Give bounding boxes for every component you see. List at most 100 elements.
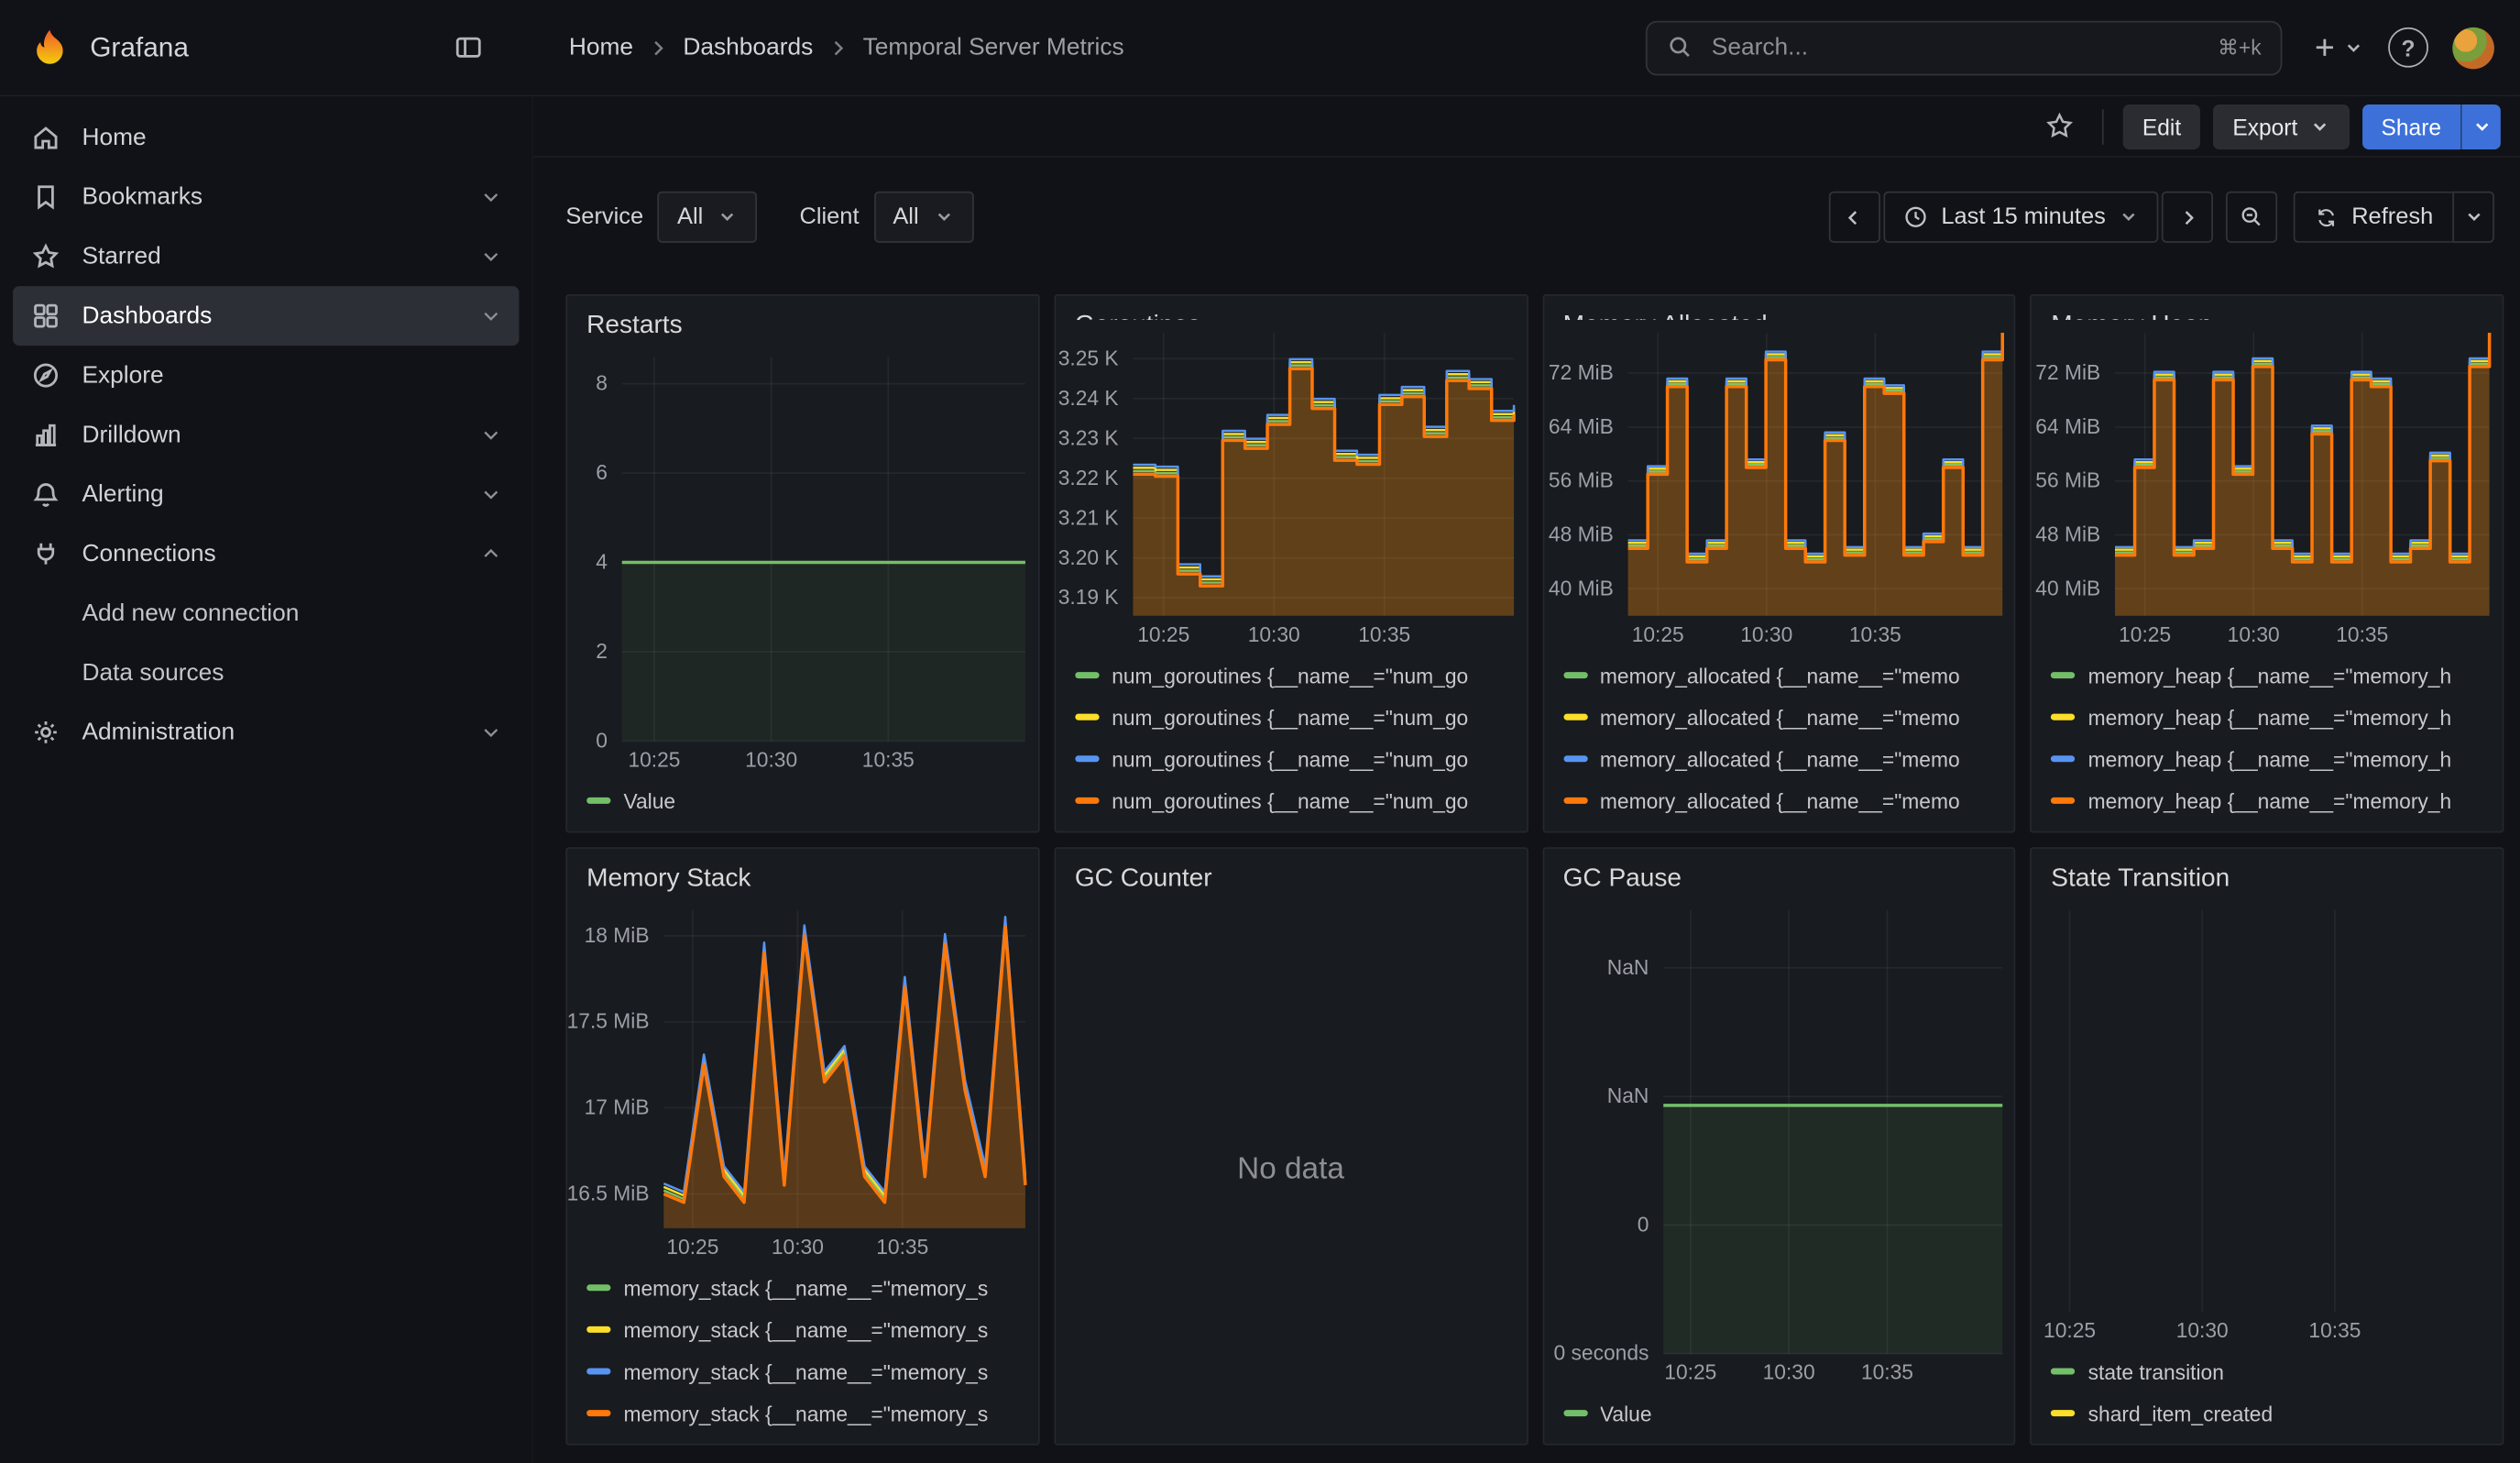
state-transition-chart[interactable]: 10:2510:3010:35 — [2032, 897, 2502, 1348]
home-icon — [29, 122, 61, 152]
user-avatar[interactable] — [2452, 27, 2494, 69]
refresh-button[interactable]: Refresh — [2294, 192, 2452, 243]
refresh-split-button: Refresh — [2294, 192, 2494, 243]
legend-series-label: memory_stack {__name__="memory_s — [623, 1401, 988, 1424]
legend-series-label: memory_stack {__name__="memory_s — [623, 1276, 988, 1300]
panel-memory-allocated: Memory Allocated 72 MiB64 MiB56 MiB48 Mi… — [1542, 294, 2016, 833]
search-icon — [1667, 34, 1694, 61]
legend-item[interactable]: memory_allocated {__name__="memo — [1563, 696, 1995, 738]
legend-item[interactable]: state transition — [2051, 1350, 2482, 1392]
breadcrumb-home[interactable]: Home — [569, 34, 633, 61]
legend-series-color — [2051, 1368, 2075, 1374]
memory-heap-chart[interactable]: 72 MiB64 MiB56 MiB48 MiB40 MiB10:2510:30… — [2032, 320, 2502, 651]
edit-button[interactable]: Edit — [2123, 104, 2200, 148]
legend-item[interactable]: num_goroutines {__name__="num_go — [1075, 654, 1507, 697]
panel-title[interactable]: Memory Heap — [2032, 296, 2502, 320]
sidebar-item-dashboards[interactable]: Dashboards — [13, 286, 519, 346]
restarts-chart[interactable]: 8642010:2510:3010:35 — [567, 344, 1037, 776]
svg-text:56 MiB: 56 MiB — [2036, 468, 2101, 492]
time-shift-forward-button[interactable] — [2162, 192, 2213, 243]
legend-item[interactable]: memory_stack {__name__="memory_s — [586, 1309, 1018, 1351]
sidebar-item-connections[interactable]: Connections — [13, 524, 519, 584]
legend-series-color — [2051, 672, 2075, 678]
svg-text:10:35: 10:35 — [2337, 622, 2389, 646]
legend-item[interactable]: memory_heap {__name__="memory_h — [2051, 780, 2482, 822]
sidebar-item-bookmarks[interactable]: Bookmarks — [13, 167, 519, 226]
panel-title[interactable]: Restarts — [567, 296, 1037, 345]
refresh-icon — [2315, 205, 2339, 229]
share-button[interactable]: Share — [2361, 104, 2460, 148]
sidebar-item-data-sources[interactable]: Data sources — [13, 644, 519, 703]
panel-title[interactable]: Goroutines — [1056, 296, 1526, 320]
legend-item[interactable]: num_goroutines {__name__="num_go — [1075, 738, 1507, 780]
search-box[interactable]: ⌘+k — [1646, 20, 2283, 75]
legend-item[interactable]: Value — [1563, 1392, 1995, 1435]
time-range-picker[interactable]: Last 15 minutes — [1883, 192, 2159, 243]
svg-text:17.5 MiB: 17.5 MiB — [567, 1009, 649, 1033]
sidebar-toggle-icon[interactable] — [444, 23, 492, 72]
legend-item[interactable]: num_goroutines {__name__="num_go — [1075, 780, 1507, 822]
svg-text:18 MiB: 18 MiB — [585, 923, 650, 947]
grafana-logo-icon[interactable] — [29, 27, 71, 69]
svg-text:3.22 K: 3.22 K — [1057, 466, 1118, 490]
legend-item[interactable]: num_goroutines {__name__="num_go — [1075, 696, 1507, 738]
export-button[interactable]: Export — [2213, 104, 2349, 148]
legend-item[interactable]: memory_heap {__name__="memory_h — [2051, 654, 2482, 697]
chevron-down-icon — [479, 482, 503, 506]
legend-item[interactable]: shard_item_created — [2051, 1392, 2482, 1435]
breadcrumb-dashboards[interactable]: Dashboards — [683, 34, 813, 61]
legend-item[interactable]: memory_heap {__name__="memory_h — [2051, 738, 2482, 780]
refresh-interval-button[interactable] — [2452, 192, 2494, 243]
sidebar-item-administration[interactable]: Administration — [13, 702, 519, 762]
chevron-down-icon — [2119, 207, 2140, 226]
panel-title[interactable]: Memory Stack — [567, 849, 1037, 897]
add-new-button[interactable] — [2311, 34, 2364, 61]
legend-series-label: Value — [1600, 1401, 1652, 1424]
zoom-out-icon — [2239, 204, 2264, 230]
share-menu-button[interactable] — [2460, 104, 2501, 148]
zoom-out-button[interactable] — [2226, 192, 2277, 243]
legend-item[interactable]: memory_stack {__name__="memory_s — [586, 1392, 1018, 1435]
variable-label: Service — [565, 204, 643, 230]
legend-item[interactable]: memory_stack {__name__="memory_s — [586, 1267, 1018, 1309]
top-bar: Grafana Home Dashboards Temporal Server … — [0, 0, 2520, 96]
legend-series-label: num_goroutines {__name__="num_go — [1112, 663, 1468, 687]
client-dropdown[interactable]: All — [873, 192, 973, 243]
legend-series-label: num_goroutines {__name__="num_go — [1112, 747, 1468, 771]
goroutines-chart[interactable]: 3.25 K3.24 K3.23 K3.22 K3.21 K3.20 K3.19… — [1056, 320, 1526, 651]
sidebar-item-drilldown[interactable]: Drilldown — [13, 405, 519, 465]
chevron-down-icon — [2463, 207, 2484, 226]
legend-series-color — [1563, 672, 1587, 678]
chevron-down-icon — [718, 207, 739, 226]
sidebar-item-add-new-connection[interactable]: Add new connection — [13, 584, 519, 644]
legend-item[interactable]: memory_allocated {__name__="memo — [1563, 780, 1995, 822]
svg-text:17 MiB: 17 MiB — [585, 1095, 650, 1119]
help-icon[interactable]: ? — [2388, 28, 2428, 68]
time-shift-back-button[interactable] — [1829, 192, 1880, 243]
chevron-down-icon — [2343, 38, 2364, 57]
gc-pause-chart[interactable]: NaNNaN00 seconds10:2510:3010:35 — [1544, 897, 2014, 1390]
panel-title[interactable]: GC Counter — [1056, 849, 1526, 897]
legend-item[interactable]: memory_allocated {__name__="memo — [1563, 738, 1995, 780]
sidebar-item-alerting[interactable]: Alerting — [13, 465, 519, 524]
memory-stack-chart[interactable]: 18 MiB17.5 MiB17 MiB16.5 MiB10:2510:3010… — [567, 897, 1037, 1264]
service-dropdown[interactable]: All — [658, 192, 758, 243]
search-input[interactable] — [1708, 32, 2203, 62]
svg-text:3.24 K: 3.24 K — [1057, 386, 1118, 410]
sidebar-item-home[interactable]: Home — [13, 108, 519, 168]
panel-title[interactable]: State Transition — [2032, 849, 2502, 897]
legend: Value — [1544, 1392, 2014, 1435]
sidebar-item-starred[interactable]: Starred — [13, 226, 519, 286]
legend-item[interactable]: Value — [586, 780, 1018, 822]
panel-title[interactable]: GC Pause — [1544, 849, 2014, 897]
legend-item[interactable]: memory_allocated {__name__="memo — [1563, 654, 1995, 697]
sidebar-item-explore[interactable]: Explore — [13, 346, 519, 405]
legend-series-label: shard_item_created — [2088, 1401, 2273, 1424]
legend-item[interactable]: memory_stack {__name__="memory_s — [586, 1350, 1018, 1392]
panel-title[interactable]: Memory Allocated — [1544, 296, 2014, 320]
legend-item[interactable]: memory_heap {__name__="memory_h — [2051, 696, 2482, 738]
favorite-star-icon[interactable] — [2034, 102, 2083, 150]
memory-allocated-chart[interactable]: 72 MiB64 MiB56 MiB48 MiB40 MiB10:2510:30… — [1544, 320, 2014, 651]
legend-series-color — [2051, 755, 2075, 762]
toolbar-divider — [2102, 108, 2104, 144]
